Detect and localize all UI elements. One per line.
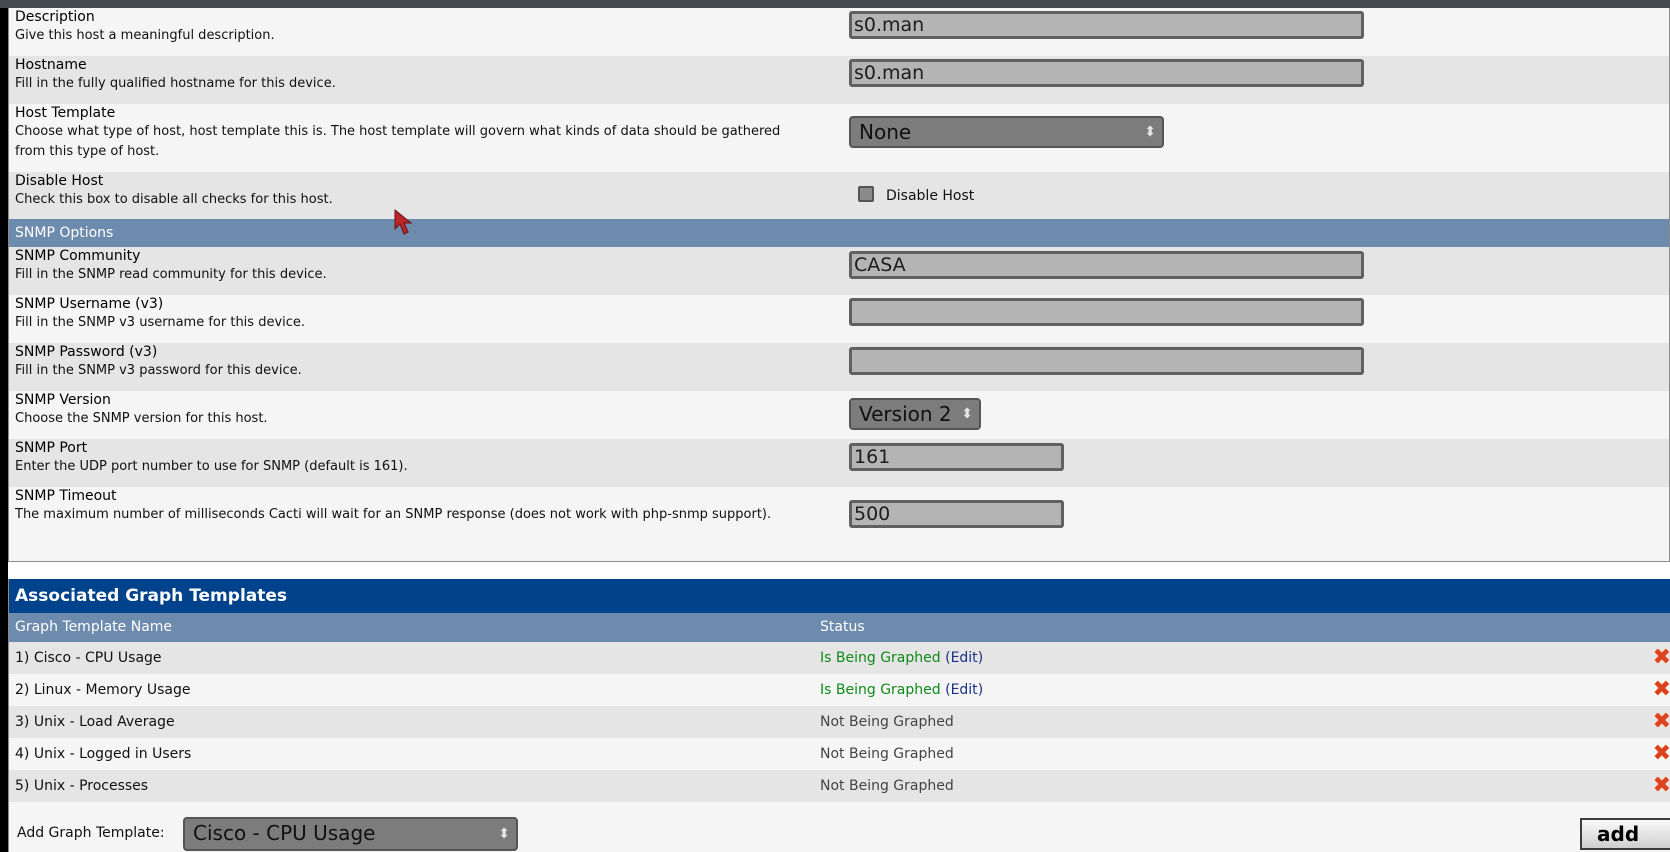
table-row: 1) Cisco - CPU Usage Is Being Graphed (E… xyxy=(9,642,1670,674)
graph-templates-table: Associated Graph Templates Graph Templat… xyxy=(8,579,1670,852)
graph-template-name: 4) Unix - Logged in Users xyxy=(15,746,192,762)
status-text: Not Being Graphed xyxy=(820,714,954,730)
table-row: 5) Unix - Processes Not Being Graphed ✖ xyxy=(9,770,1670,802)
description-input[interactable]: s0.man xyxy=(849,11,1364,39)
status-text: Not Being Graphed xyxy=(820,746,954,762)
row-snmp-port: SNMP Port Enter the UDP port number to u… xyxy=(9,439,1669,487)
snmp-username-title: SNMP Username (v3) xyxy=(15,296,164,312)
row-disable-host: Disable Host Check this box to disable a… xyxy=(9,172,1669,219)
row-host-template: Host Template Choose what type of host, … xyxy=(9,104,1669,172)
graph-status: Is Being Graphed (Edit) xyxy=(820,650,984,666)
column-template-name: Graph Template Name xyxy=(15,619,173,635)
snmp-version-select[interactable]: Version 2 ⬍ xyxy=(849,398,981,430)
hostname-help: Fill in the fully qualified hostname for… xyxy=(15,76,336,91)
snmp-password-input[interactable] xyxy=(849,347,1364,375)
host-template-title: Host Template xyxy=(15,105,116,121)
add-graph-template-label: Add Graph Template: xyxy=(17,825,165,841)
row-description: Description Give this host a meaningful … xyxy=(9,8,1669,56)
snmp-timeout-input[interactable]: 500 xyxy=(849,500,1064,528)
delete-icon[interactable]: ✖ xyxy=(1653,642,1670,674)
graph-template-name: 1) Cisco - CPU Usage xyxy=(15,650,162,666)
snmp-port-title: SNMP Port xyxy=(15,440,88,456)
snmp-options-header: SNMP Options xyxy=(9,219,1669,247)
disable-host-checkbox-label[interactable]: Disable Host xyxy=(886,188,974,204)
graph-status: Is Being Graphed (Edit) xyxy=(820,682,984,698)
table-row: 4) Unix - Logged in Users Not Being Grap… xyxy=(9,738,1670,770)
host-template-value: None xyxy=(859,120,912,144)
row-snmp-version: SNMP Version Choose the SNMP version for… xyxy=(9,391,1669,439)
select-arrows-icon: ⬍ xyxy=(1144,124,1156,140)
row-snmp-community: SNMP Community Fill in the SNMP read com… xyxy=(9,247,1669,295)
hostname-input[interactable]: s0.man xyxy=(849,59,1364,87)
host-form-table: Description Give this host a meaningful … xyxy=(8,8,1670,562)
snmp-port-help: Enter the UDP port number to use for SNM… xyxy=(15,459,408,474)
graph-templates-title: Associated Graph Templates xyxy=(9,579,1670,613)
snmp-password-help: Fill in the SNMP v3 password for this de… xyxy=(15,363,302,378)
disable-host-title: Disable Host xyxy=(15,173,104,189)
add-graph-template-value: Cisco - CPU Usage xyxy=(193,821,376,845)
host-edit-page: Description Give this host a meaningful … xyxy=(8,8,1670,852)
disable-host-help: Check this box to disable all checks for… xyxy=(15,192,333,207)
snmp-community-input[interactable]: CASA xyxy=(849,251,1364,279)
select-arrows-icon: ⬍ xyxy=(498,826,510,842)
snmp-username-help: Fill in the SNMP v3 username for this de… xyxy=(15,315,306,330)
description-help: Give this host a meaningful description. xyxy=(15,28,275,43)
snmp-timeout-title: SNMP Timeout xyxy=(15,488,117,504)
snmp-version-title: SNMP Version xyxy=(15,392,111,408)
row-snmp-password: SNMP Password (v3) Fill in the SNMP v3 p… xyxy=(9,343,1669,391)
edit-link[interactable]: Edit xyxy=(951,650,978,666)
status-text: Not Being Graphed xyxy=(820,778,954,794)
snmp-password-title: SNMP Password (v3) xyxy=(15,344,158,360)
row-snmp-username: SNMP Username (v3) Fill in the SNMP v3 u… xyxy=(9,295,1669,343)
snmp-community-title: SNMP Community xyxy=(15,248,141,264)
select-arrows-icon: ⬍ xyxy=(961,406,973,422)
add-button[interactable]: add xyxy=(1580,818,1670,850)
disable-host-checkbox[interactable] xyxy=(858,186,874,202)
graph-template-name: 5) Unix - Processes xyxy=(15,778,149,794)
snmp-version-value: Version 2 xyxy=(859,402,952,426)
snmp-username-input[interactable] xyxy=(849,298,1364,326)
snmp-port-input[interactable]: 161 xyxy=(849,443,1064,471)
snmp-community-help: Fill in the SNMP read community for this… xyxy=(15,267,327,282)
graph-template-name: 3) Unix - Load Average xyxy=(15,714,175,730)
table-row: 3) Unix - Load Average Not Being Graphed… xyxy=(9,706,1670,738)
add-graph-template-row: Add Graph Template: Cisco - CPU Usage ⬍ … xyxy=(9,815,1670,852)
row-snmp-timeout: SNMP Timeout The maximum number of milli… xyxy=(9,487,1669,561)
hostname-title: Hostname xyxy=(15,57,87,73)
window-top-strip xyxy=(0,0,1670,8)
host-template-help: Choose what type of host, host template … xyxy=(15,124,781,159)
delete-icon[interactable]: ✖ xyxy=(1653,674,1670,706)
add-graph-template-select[interactable]: Cisco - CPU Usage ⬍ xyxy=(183,817,518,851)
graph-template-name: 2) Linux - Memory Usage xyxy=(15,682,191,698)
table-row: 2) Linux - Memory Usage Is Being Graphed… xyxy=(9,674,1670,706)
status-text: Is Being Graphed xyxy=(820,650,941,666)
delete-icon[interactable]: ✖ xyxy=(1653,706,1670,738)
column-status: Status xyxy=(820,619,865,635)
description-title: Description xyxy=(15,9,95,25)
row-hostname: Hostname Fill in the fully qualified hos… xyxy=(9,56,1669,104)
snmp-version-help: Choose the SNMP version for this host. xyxy=(15,411,268,426)
edit-link[interactable]: Edit xyxy=(951,682,978,698)
mouse-cursor-icon xyxy=(394,209,413,235)
delete-icon[interactable]: ✖ xyxy=(1653,738,1670,770)
host-template-select[interactable]: None ⬍ xyxy=(849,116,1164,148)
status-text: Is Being Graphed xyxy=(820,682,941,698)
delete-icon[interactable]: ✖ xyxy=(1653,770,1670,802)
snmp-timeout-help: The maximum number of milliseconds Cacti… xyxy=(15,507,772,522)
graph-templates-column-header: Graph Template Name Status xyxy=(9,613,1670,642)
